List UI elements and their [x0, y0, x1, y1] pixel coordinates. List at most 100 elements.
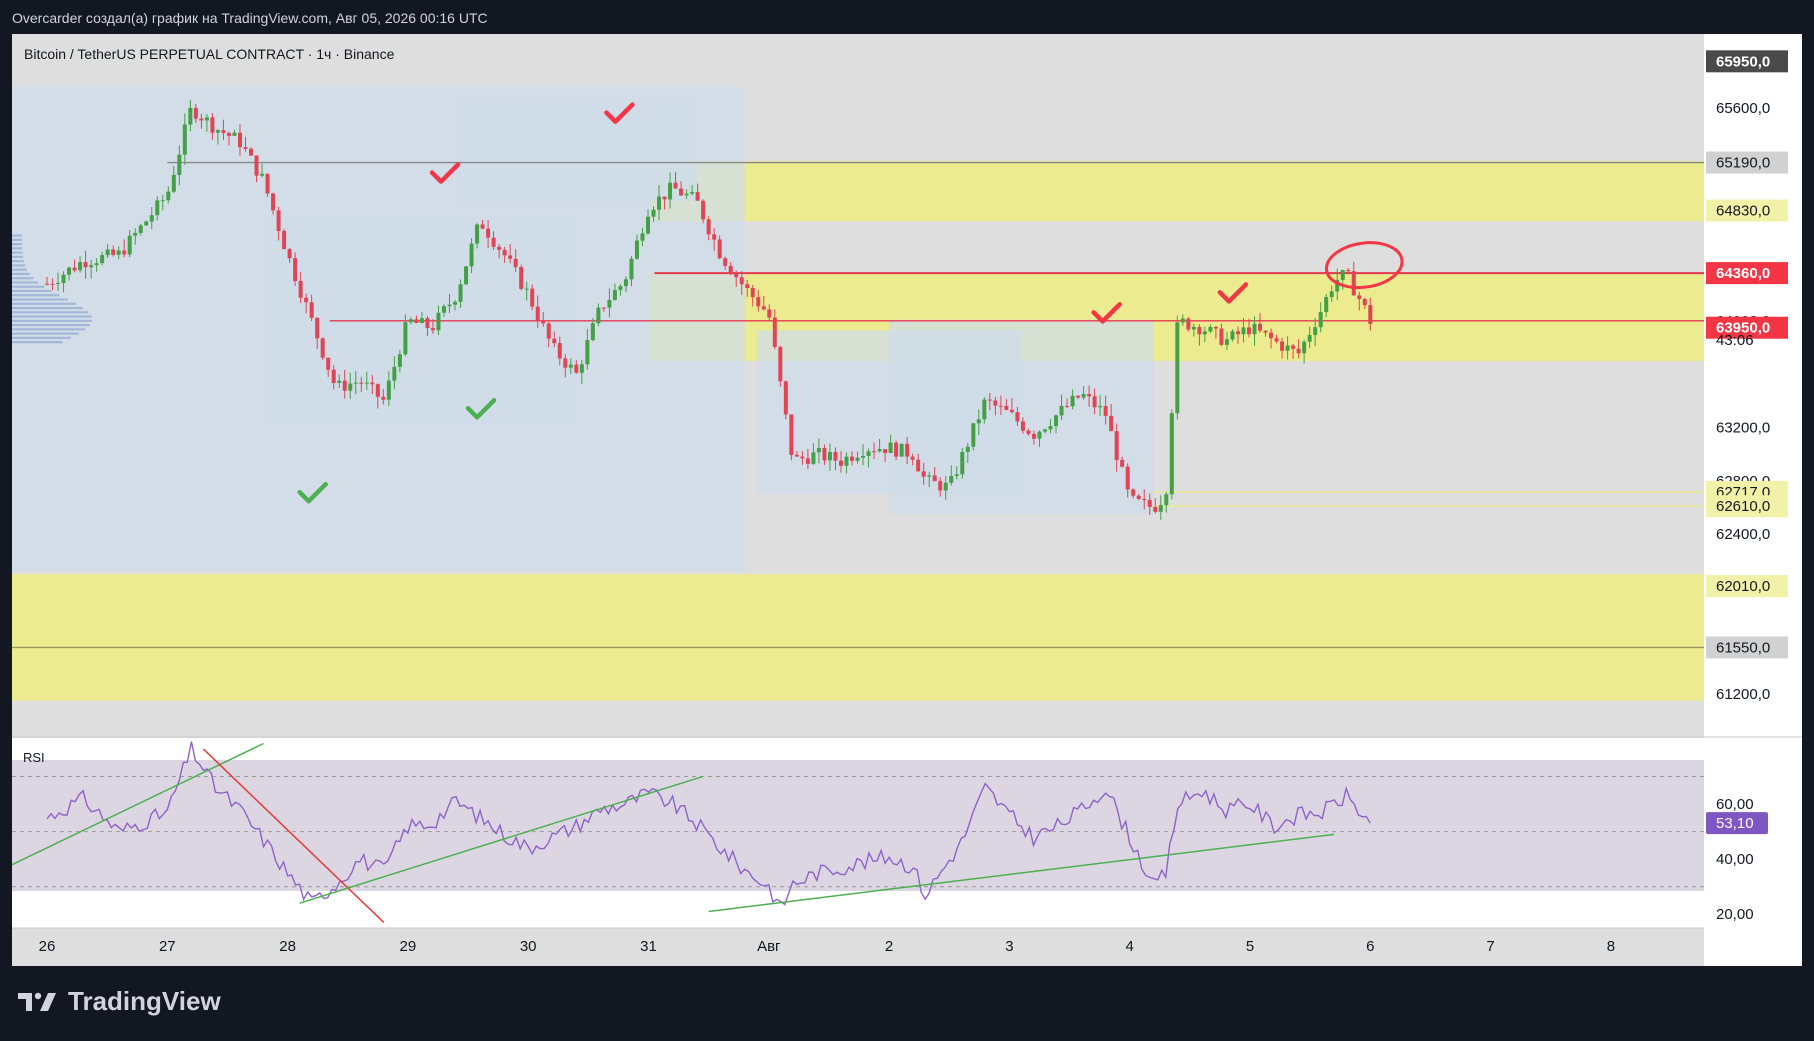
candle-body: [811, 452, 816, 464]
candle-body: [1197, 326, 1202, 335]
candle-body: [116, 250, 121, 255]
time-tick-label: 3: [1005, 938, 1013, 955]
candle-body: [1291, 345, 1296, 349]
candle-body: [1070, 395, 1075, 407]
candle-body: [403, 322, 408, 355]
volume-profile-bar: [12, 238, 23, 241]
candle-body: [171, 174, 176, 192]
candle-body: [67, 267, 72, 275]
candle-body: [1307, 335, 1312, 342]
candle-body: [1092, 396, 1097, 408]
candle-body: [1164, 494, 1169, 506]
candle-body: [965, 446, 970, 452]
price-tag-label: 62010,0: [1716, 578, 1770, 595]
price-tag-label: 65950,0: [1716, 53, 1770, 70]
chart-canvas[interactable]: 26 27 28 29 30 31 Авг 2 3 4 5 6 7 8 60,00 40,00 20,00 65…: [0, 0, 1814, 1000]
candle-body: [938, 481, 943, 491]
candle-body: [342, 380, 347, 391]
price-tag-label: 65190,0: [1716, 155, 1770, 172]
volume-profile-bar: [12, 243, 23, 246]
candle-body: [513, 258, 518, 268]
candle-body: [546, 323, 551, 339]
candle-body: [480, 224, 485, 229]
candle-body: [601, 307, 606, 309]
candle-body: [320, 338, 325, 358]
time-tick-label: 2: [885, 938, 893, 955]
candle-body: [226, 133, 231, 136]
candle-body: [89, 265, 94, 268]
candle-body: [1340, 270, 1345, 280]
candle-body: [127, 235, 132, 255]
candle-body: [976, 419, 981, 424]
candle-body: [1346, 270, 1351, 272]
candle-body: [861, 455, 866, 458]
volume-profile-bar: [12, 277, 34, 280]
volume-profile-bar: [12, 302, 76, 305]
candle-body: [149, 215, 154, 222]
candle-body: [745, 284, 750, 289]
candle-body: [684, 193, 689, 196]
candle-body: [960, 451, 965, 475]
candle-body: [1081, 393, 1086, 398]
candle-body: [1302, 341, 1307, 354]
candle-body: [502, 249, 507, 256]
candle-body: [397, 354, 402, 367]
candle-body: [1241, 327, 1246, 335]
candle-body: [260, 173, 265, 176]
candle-body: [607, 299, 612, 308]
candle-body: [491, 237, 496, 247]
candle-body: [695, 192, 700, 201]
candle-body: [1208, 326, 1213, 332]
candle-body: [364, 382, 369, 384]
time-tick-label: 6: [1366, 938, 1374, 955]
time-tick-label: 29: [400, 938, 417, 955]
candle-body: [673, 182, 678, 189]
volume-profile-bar: [12, 306, 83, 310]
price-tag-label: 61550,0: [1716, 639, 1770, 656]
candle-body: [166, 191, 171, 201]
candle-body: [838, 460, 843, 466]
candle-body: [883, 449, 888, 453]
candle-body: [1296, 348, 1301, 354]
price-tag-label: 64830,0: [1716, 203, 1770, 220]
candle-body: [1158, 505, 1163, 512]
candle-body: [1136, 495, 1141, 499]
time-tick-label: 28: [279, 938, 296, 955]
candle-body: [243, 147, 248, 149]
candle-body: [816, 447, 821, 453]
candle-body: [1230, 331, 1235, 340]
candle-body: [772, 317, 777, 347]
candle-body: [1263, 330, 1268, 333]
candle-body: [1048, 426, 1053, 430]
candle-body: [1031, 433, 1036, 439]
price-tag-label: 64360,0: [1716, 265, 1770, 282]
price-tick-label: 65600,0: [1716, 100, 1770, 117]
time-tick-label: 31: [640, 938, 657, 955]
candle-body: [375, 384, 380, 397]
candle-body: [414, 319, 419, 324]
candle-body: [486, 228, 491, 238]
candle-body: [447, 304, 452, 307]
candle-body: [144, 221, 149, 226]
candle-body: [122, 250, 127, 255]
rsi-tick-label: 60,00: [1716, 796, 1754, 813]
candle-body: [712, 234, 717, 240]
tradingview-logo[interactable]: TradingView: [16, 986, 221, 1017]
volume-profile-bar: [12, 311, 89, 314]
candle-body: [734, 274, 739, 278]
candle-body: [1219, 328, 1224, 345]
candle-body: [1120, 459, 1125, 467]
candle-body: [1224, 339, 1229, 345]
candle-body: [408, 319, 413, 323]
volume-profile-bar: [12, 289, 52, 293]
candle-body: [326, 357, 331, 370]
volume-profile-bar: [12, 285, 45, 288]
volume-profile-bar: [12, 323, 90, 327]
volume-profile-bar: [12, 272, 30, 276]
candle-body: [254, 155, 259, 176]
candle-body: [541, 320, 546, 324]
candle-body: [1258, 323, 1263, 331]
candle-body: [855, 457, 860, 461]
tradingview-logo-icon: [18, 992, 56, 1011]
candle-body: [215, 130, 220, 133]
